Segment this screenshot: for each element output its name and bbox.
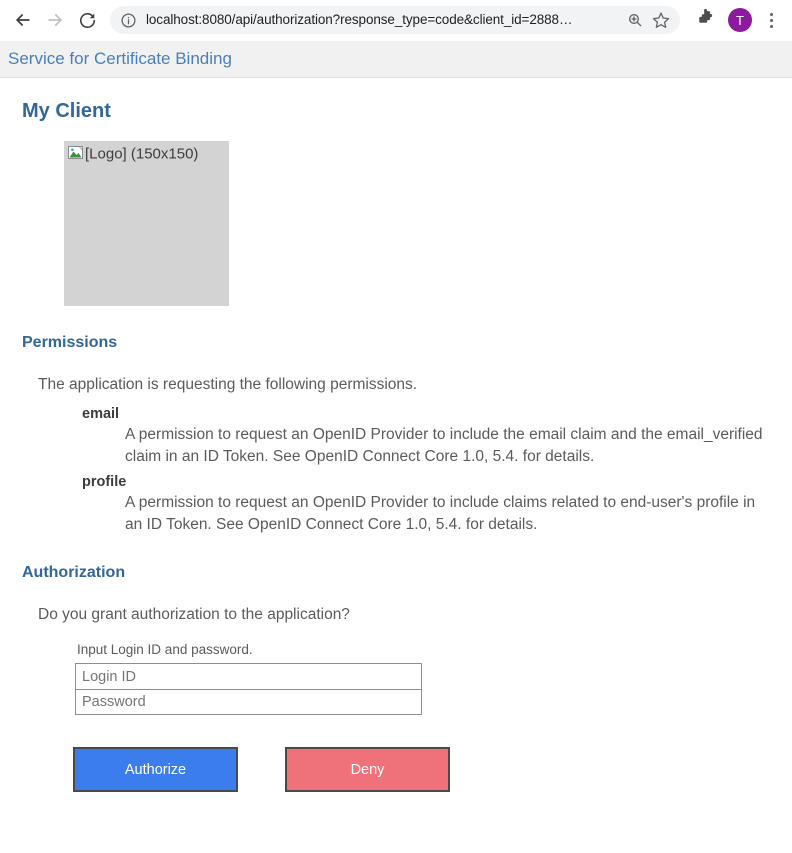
three-dot-menu-icon[interactable] [758,5,784,35]
arrow-right-icon [45,10,65,30]
client-logo-alt-text: [Logo] (150x150) [85,145,199,163]
action-buttons: Authorize Deny [73,747,772,792]
list-item: email A permission to request an OpenID … [20,406,772,468]
permission-description: A permission to request an OpenID Provid… [125,426,763,465]
reload-icon [78,11,97,30]
arrow-left-icon [13,10,33,30]
permissions-intro: The application is requesting the follow… [38,376,418,393]
zoom-in-icon[interactable] [624,9,646,31]
authorization-heading: Authorization [22,564,126,581]
client-logo-wrapper: [Logo] (150x150) [64,141,772,306]
address-bar[interactable]: localhost:8080/api/authorization?respons… [110,6,680,34]
extensions-button[interactable] [690,5,720,35]
menu-dot [769,24,773,28]
site-header: Service for Certificate Binding [0,41,792,78]
browser-toolbar: localhost:8080/api/authorization?respons… [0,0,792,41]
authorization-prompt: Do you grant authorization to the applic… [38,606,350,623]
client-logo-broken-image: [Logo] (150x150) [64,141,229,306]
puzzle-piece-icon [696,8,715,32]
client-name-heading: My Client [22,100,111,122]
permission-name: profile [82,474,127,490]
authorize-button[interactable]: Authorize [73,747,238,792]
login-form: Input Login ID and password. [75,642,772,715]
menu-dot [769,18,773,22]
permissions-heading: Permissions [22,334,118,351]
deny-button[interactable]: Deny [285,747,450,792]
main-content: My Client [Logo] (150x150) Permissions T… [0,100,792,792]
login-hint-text: Input Login ID and password. [77,642,253,657]
menu-dot [769,12,773,16]
info-circle-icon[interactable] [120,12,137,29]
url-text: localhost:8080/api/authorization?respons… [146,12,573,27]
broken-image-icon [68,145,84,161]
back-button[interactable] [8,5,38,35]
reload-button[interactable] [72,5,102,35]
password-input[interactable] [75,689,422,715]
permissions-list: email A permission to request an OpenID … [20,406,772,536]
forward-button[interactable] [40,5,70,35]
permission-name: email [82,406,120,422]
permission-description: A permission to request an OpenID Provid… [125,494,756,533]
site-title[interactable]: Service for Certificate Binding [8,49,232,69]
star-icon[interactable] [648,7,674,33]
login-id-input[interactable] [75,663,422,689]
list-item: profile A permission to request an OpenI… [20,474,772,536]
profile-avatar[interactable]: T [728,8,752,32]
